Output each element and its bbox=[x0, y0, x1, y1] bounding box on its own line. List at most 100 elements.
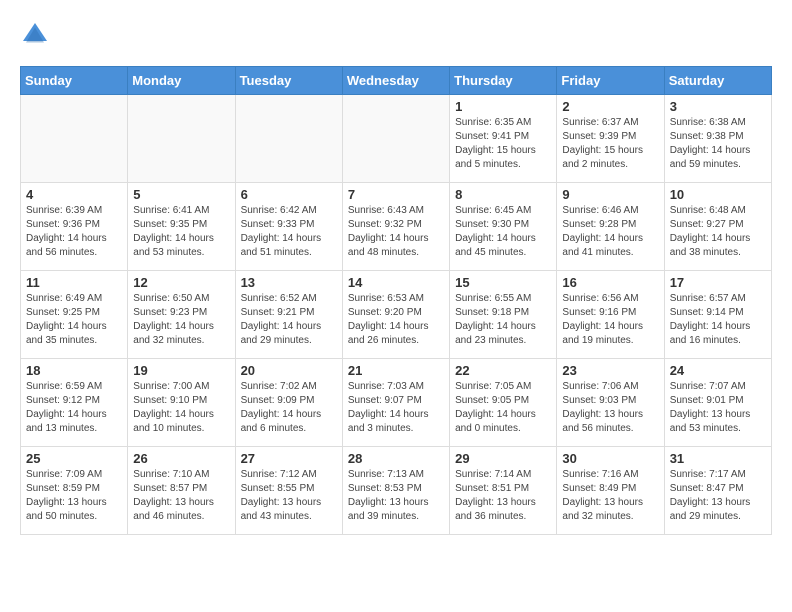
cell-info-text: Sunrise: 7:03 AM Sunset: 9:07 PM Dayligh… bbox=[348, 380, 444, 436]
cell-info-text: Sunrise: 6:39 AM Sunset: 9:36 PM Dayligh… bbox=[26, 204, 122, 260]
cell-date-number: 4 bbox=[26, 187, 122, 202]
cell-date-number: 1 bbox=[455, 99, 551, 114]
calendar-cell: 2Sunrise: 6:37 AM Sunset: 9:39 PM Daylig… bbox=[557, 95, 664, 183]
cell-info-text: Sunrise: 7:00 AM Sunset: 9:10 PM Dayligh… bbox=[133, 380, 229, 436]
cell-info-text: Sunrise: 6:35 AM Sunset: 9:41 PM Dayligh… bbox=[455, 116, 551, 172]
calendar-cell: 9 Sunrise: 6:46 AM Sunset: 9:28 PM Daylig… bbox=[557, 183, 664, 271]
logo bbox=[20, 20, 54, 50]
cell-info-text: Sunrise: 6:50 AM Sunset: 9:23 PM Dayligh… bbox=[133, 292, 229, 348]
cell-info-text: Sunrise: 6:45 AM Sunset: 9:30 PM Dayligh… bbox=[455, 204, 551, 260]
cell-info-text: Sunrise: 7:14 AM Sunset: 8:51 PM Dayligh… bbox=[455, 468, 551, 524]
calendar-cell: 20 Sunrise: 7:02 AM Sunset: 9:09 PM Dayli… bbox=[235, 359, 342, 447]
cell-info-text: Sunrise: 6:43 AM Sunset: 9:32 PM Dayligh… bbox=[348, 204, 444, 260]
calendar-cell: 14Sunrise: 6:53 AM Sunset: 9:20 PM Dayli… bbox=[342, 271, 449, 359]
cell-date-number: 20 bbox=[241, 363, 337, 378]
cell-date-number: 17 bbox=[670, 275, 766, 290]
calendar-cell: 31 Sunrise: 7:17 AM Sunset: 8:47 PM Dayli… bbox=[664, 447, 771, 535]
calendar-cell: 26Sunrise: 7:10 AM Sunset: 8:57 PM Dayli… bbox=[128, 447, 235, 535]
cell-date-number: 31 bbox=[670, 451, 766, 466]
calendar-cell: 3 Sunrise: 6:38 AM Sunset: 9:38 PM Daylig… bbox=[664, 95, 771, 183]
calendar-cell: 13 Sunrise: 6:52 AM Sunset: 9:21 PM Dayli… bbox=[235, 271, 342, 359]
cell-date-number: 10 bbox=[670, 187, 766, 202]
calendar-cell: 22Sunrise: 7:05 AM Sunset: 9:05 PM Dayli… bbox=[450, 359, 557, 447]
cell-info-text: Sunrise: 6:42 AM Sunset: 9:33 PM Dayligh… bbox=[241, 204, 337, 260]
cell-date-number: 29 bbox=[455, 451, 551, 466]
calendar-cell bbox=[21, 95, 128, 183]
cell-date-number: 21 bbox=[348, 363, 444, 378]
cell-info-text: Sunrise: 6:59 AM Sunset: 9:12 PM Dayligh… bbox=[26, 380, 122, 436]
calendar-cell: 1 Sunrise: 6:35 AM Sunset: 9:41 PM Daylig… bbox=[450, 95, 557, 183]
cell-date-number: 25 bbox=[26, 451, 122, 466]
cell-info-text: Sunrise: 6:56 AM Sunset: 9:16 PM Dayligh… bbox=[562, 292, 658, 348]
cell-date-number: 3 bbox=[670, 99, 766, 114]
cell-info-text: Sunrise: 7:16 AM Sunset: 8:49 PM Dayligh… bbox=[562, 468, 658, 524]
header-tuesday: Tuesday bbox=[235, 67, 342, 95]
cell-date-number: 13 bbox=[241, 275, 337, 290]
cell-date-number: 19 bbox=[133, 363, 229, 378]
calendar-cell: 25 Sunrise: 7:09 AM Sunset: 8:59 PM Dayli… bbox=[21, 447, 128, 535]
calendar-cell: 11 Sunrise: 6:49 AM Sunset: 9:25 PM Dayli… bbox=[21, 271, 128, 359]
calendar-cell: 27 Sunrise: 7:12 AM Sunset: 8:55 PM Dayli… bbox=[235, 447, 342, 535]
cell-info-text: Sunrise: 7:17 AM Sunset: 8:47 PM Dayligh… bbox=[670, 468, 766, 524]
calendar-cell: 19 Sunrise: 7:00 AM Sunset: 9:10 PM Dayli… bbox=[128, 359, 235, 447]
cell-date-number: 9 bbox=[562, 187, 658, 202]
cell-date-number: 30 bbox=[562, 451, 658, 466]
calendar-cell: 6 Sunrise: 6:42 AM Sunset: 9:33 PM Daylig… bbox=[235, 183, 342, 271]
cell-info-text: Sunrise: 6:41 AM Sunset: 9:35 PM Dayligh… bbox=[133, 204, 229, 260]
cell-date-number: 8 bbox=[455, 187, 551, 202]
calendar-cell: 8 Sunrise: 6:45 AM Sunset: 9:30 PM Daylig… bbox=[450, 183, 557, 271]
cell-date-number: 24 bbox=[670, 363, 766, 378]
header-wednesday: Wednesday bbox=[342, 67, 449, 95]
calendar-cell: 4 Sunrise: 6:39 AM Sunset: 9:36 PM Daylig… bbox=[21, 183, 128, 271]
cell-date-number: 23 bbox=[562, 363, 658, 378]
calendar-cell: 15Sunrise: 6:55 AM Sunset: 9:18 PM Dayli… bbox=[450, 271, 557, 359]
header-friday: Friday bbox=[557, 67, 664, 95]
cell-date-number: 5 bbox=[133, 187, 229, 202]
calendar-cell: 16 Sunrise: 6:56 AM Sunset: 9:16 PM Dayli… bbox=[557, 271, 664, 359]
cell-date-number: 16 bbox=[562, 275, 658, 290]
calendar-cell bbox=[128, 95, 235, 183]
calendar-cell: 21 Sunrise: 7:03 AM Sunset: 9:07 PM Dayli… bbox=[342, 359, 449, 447]
cell-info-text: Sunrise: 7:02 AM Sunset: 9:09 PM Dayligh… bbox=[241, 380, 337, 436]
calendar-cell: 17 Sunrise: 6:57 AM Sunset: 9:14 PM Dayli… bbox=[664, 271, 771, 359]
calendar-cell bbox=[342, 95, 449, 183]
week-row-5: 25 Sunrise: 7:09 AM Sunset: 8:59 PM Dayli… bbox=[21, 447, 772, 535]
cell-date-number: 27 bbox=[241, 451, 337, 466]
cell-info-text: Sunrise: 6:46 AM Sunset: 9:28 PM Dayligh… bbox=[562, 204, 658, 260]
cell-date-number: 22 bbox=[455, 363, 551, 378]
cell-date-number: 6 bbox=[241, 187, 337, 202]
cell-date-number: 28 bbox=[348, 451, 444, 466]
header-thursday: Thursday bbox=[450, 67, 557, 95]
cell-info-text: Sunrise: 6:52 AM Sunset: 9:21 PM Dayligh… bbox=[241, 292, 337, 348]
calendar-header: SundayMondayTuesdayWednesdayThursdayFrid… bbox=[21, 67, 772, 95]
logo-icon bbox=[20, 20, 50, 50]
cell-date-number: 18 bbox=[26, 363, 122, 378]
cell-info-text: Sunrise: 6:48 AM Sunset: 9:27 PM Dayligh… bbox=[670, 204, 766, 260]
cell-info-text: Sunrise: 7:06 AM Sunset: 9:03 PM Dayligh… bbox=[562, 380, 658, 436]
cell-info-text: Sunrise: 7:09 AM Sunset: 8:59 PM Dayligh… bbox=[26, 468, 122, 524]
calendar-cell: 5 Sunrise: 6:41 AM Sunset: 9:35 PM Daylig… bbox=[128, 183, 235, 271]
cell-info-text: Sunrise: 7:10 AM Sunset: 8:57 PM Dayligh… bbox=[133, 468, 229, 524]
calendar-cell: 24 Sunrise: 7:07 AM Sunset: 9:01 PM Dayli… bbox=[664, 359, 771, 447]
cell-info-text: Sunrise: 6:55 AM Sunset: 9:18 PM Dayligh… bbox=[455, 292, 551, 348]
cell-info-text: Sunrise: 6:49 AM Sunset: 9:25 PM Dayligh… bbox=[26, 292, 122, 348]
cell-date-number: 11 bbox=[26, 275, 122, 290]
header-sunday: Sunday bbox=[21, 67, 128, 95]
week-row-1: 1 Sunrise: 6:35 AM Sunset: 9:41 PM Daylig… bbox=[21, 95, 772, 183]
cell-info-text: Sunrise: 7:13 AM Sunset: 8:53 PM Dayligh… bbox=[348, 468, 444, 524]
week-row-4: 18 Sunrise: 6:59 AM Sunset: 9:12 PM Dayli… bbox=[21, 359, 772, 447]
cell-info-text: Sunrise: 7:12 AM Sunset: 8:55 PM Dayligh… bbox=[241, 468, 337, 524]
cell-info-text: Sunrise: 6:38 AM Sunset: 9:38 PM Dayligh… bbox=[670, 116, 766, 172]
calendar-cell: 29 Sunrise: 7:14 AM Sunset: 8:51 PM Dayli… bbox=[450, 447, 557, 535]
cell-date-number: 14 bbox=[348, 275, 444, 290]
header-row: SundayMondayTuesdayWednesdayThursdayFrid… bbox=[21, 67, 772, 95]
header-monday: Monday bbox=[128, 67, 235, 95]
cell-info-text: Sunrise: 7:07 AM Sunset: 9:01 PM Dayligh… bbox=[670, 380, 766, 436]
week-row-2: 4 Sunrise: 6:39 AM Sunset: 9:36 PM Daylig… bbox=[21, 183, 772, 271]
calendar-cell: 10 Sunrise: 6:48 AM Sunset: 9:27 PM Dayli… bbox=[664, 183, 771, 271]
calendar-cell bbox=[235, 95, 342, 183]
cell-date-number: 12 bbox=[133, 275, 229, 290]
cell-date-number: 2 bbox=[562, 99, 658, 114]
calendar-table: SundayMondayTuesdayWednesdayThursdayFrid… bbox=[20, 66, 772, 535]
cell-info-text: Sunrise: 6:57 AM Sunset: 9:14 PM Dayligh… bbox=[670, 292, 766, 348]
